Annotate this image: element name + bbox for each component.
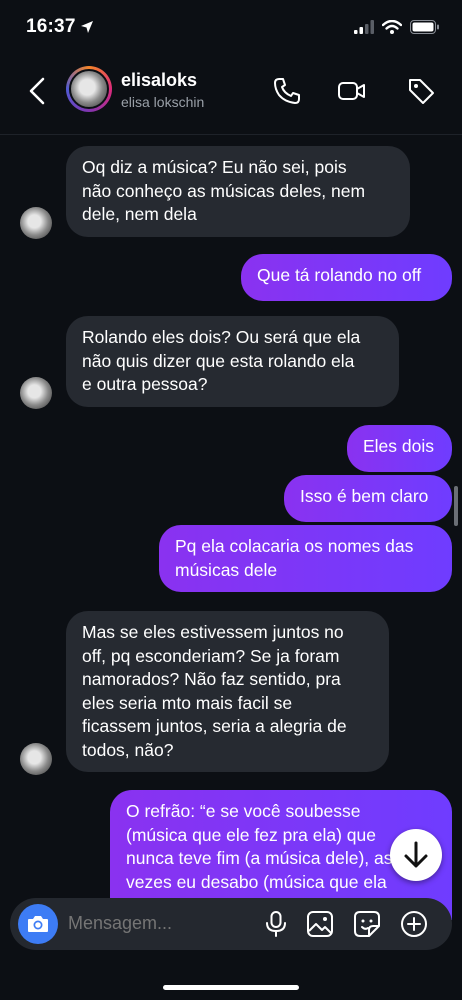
message-incoming[interactable]: Mas se eles estivessem juntos no off, pq… — [66, 611, 389, 772]
wifi-icon — [382, 20, 402, 34]
message-outgoing[interactable]: Eles dois — [347, 425, 452, 472]
chevron-left-icon[interactable] — [26, 76, 50, 106]
location-arrow-icon — [81, 21, 93, 33]
video-camera-icon[interactable] — [337, 76, 367, 106]
message-incoming[interactable]: Oq diz a música? Eu não sei, pois não co… — [66, 146, 410, 237]
message-incoming[interactable]: Rolando eles dois? Ou será que ela não q… — [66, 316, 399, 407]
scroll-to-bottom-button[interactable] — [390, 829, 442, 881]
phone-icon[interactable] — [272, 76, 302, 106]
avatar-image — [69, 69, 109, 109]
message-outgoing[interactable]: Pq ela colacaria os nomes das músicas de… — [159, 525, 452, 592]
chat-header: elisaloks elisa lokschin — [0, 56, 462, 135]
sticker-icon[interactable] — [353, 910, 381, 938]
scroll-indicator[interactable] — [454, 486, 458, 526]
image-icon[interactable] — [306, 910, 334, 938]
contact-name[interactable]: elisaloks — [121, 70, 197, 91]
status-bar: 16:37 — [0, 0, 462, 56]
avatar[interactable] — [66, 66, 112, 112]
message-input[interactable] — [68, 913, 248, 934]
status-indicators — [354, 20, 440, 34]
battery-icon — [410, 20, 439, 34]
avatar[interactable] — [20, 743, 52, 775]
arrow-down-icon — [404, 841, 428, 868]
message-composer — [10, 898, 452, 950]
contact-fullname: elisa lokschin — [121, 94, 205, 110]
signal-icon — [354, 20, 374, 34]
status-time: 16:37 — [26, 16, 76, 37]
camera-button[interactable] — [18, 904, 58, 944]
microphone-icon[interactable] — [262, 910, 290, 938]
plus-circle-icon[interactable] — [400, 910, 428, 938]
avatar[interactable] — [20, 377, 52, 409]
camera-icon — [28, 916, 48, 932]
message-outgoing[interactable]: Que tá rolando no off — [241, 254, 452, 301]
message-outgoing[interactable]: Isso é bem claro — [284, 475, 452, 522]
home-indicator[interactable] — [163, 985, 299, 990]
avatar[interactable] — [20, 207, 52, 239]
tag-icon[interactable] — [406, 76, 436, 106]
